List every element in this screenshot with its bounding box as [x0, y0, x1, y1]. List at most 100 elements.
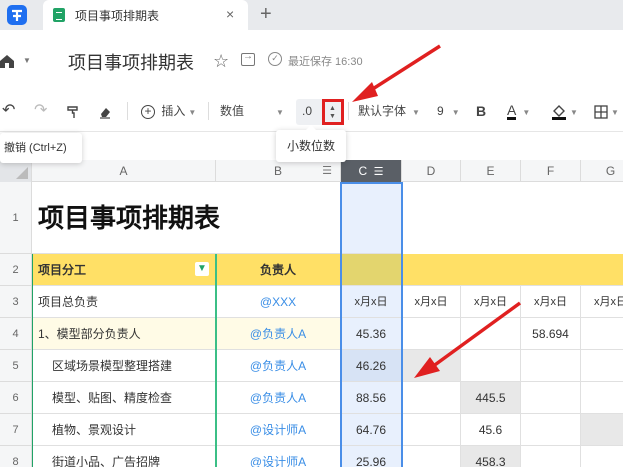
row-header-2[interactable]: 2: [0, 254, 32, 286]
chevron-down-icon: ▼: [570, 108, 578, 117]
sheet-title: 项目事项排期表: [38, 203, 221, 233]
plus-circle-icon: +: [141, 104, 155, 119]
chevron-down-icon: ▼: [611, 108, 619, 117]
cell-d3[interactable]: x月x日: [402, 286, 461, 318]
column-header-b[interactable]: B ☰: [216, 160, 341, 182]
cell-b8[interactable]: @设计师A: [216, 446, 341, 467]
tab-close-icon[interactable]: ×: [226, 6, 234, 22]
title-bar: ▼ 项目事项排期表 ☆ ✓ 最近保存 16:30: [0, 30, 623, 90]
column-header-e[interactable]: E: [461, 160, 521, 182]
cell-a4[interactable]: 1、模型部分负责人: [32, 318, 216, 350]
cell-b5[interactable]: @负责人A: [216, 350, 341, 382]
cell-b6[interactable]: @负责人A: [216, 382, 341, 414]
header-cell-a2[interactable]: 项目分工 ▼: [32, 254, 216, 286]
tab-active[interactable]: 项目事项排期表 ×: [43, 0, 248, 30]
column-header-a[interactable]: A: [32, 160, 216, 182]
cell-b7[interactable]: @设计师A: [216, 414, 341, 446]
cell-c8[interactable]: 25.96: [341, 446, 402, 467]
row-header-5[interactable]: 5: [0, 350, 32, 382]
fill-color-button[interactable]: ▼: [551, 90, 578, 132]
cell-f5[interactable]: [521, 350, 581, 382]
filter-toggle-icon[interactable]: ☰: [322, 160, 332, 182]
cell-a5[interactable]: 区域场景模型整理搭建: [32, 350, 216, 382]
move-to-folder-icon[interactable]: [241, 51, 255, 66]
document-title[interactable]: 项目事项排期表: [68, 49, 194, 75]
column-header-g[interactable]: G: [581, 160, 623, 182]
cell-c3[interactable]: x月x日: [341, 286, 402, 318]
column-header-d[interactable]: D: [402, 160, 461, 182]
cell-e7[interactable]: 45.6: [461, 414, 521, 446]
saved-check-icon: ✓: [268, 52, 282, 66]
cell-d8[interactable]: [402, 446, 461, 467]
header-cell-b2[interactable]: 负责人: [216, 254, 341, 286]
font-color-button[interactable]: A ▼: [507, 90, 530, 132]
font-size-value: 9: [437, 104, 444, 118]
redo-icon[interactable]: ↷: [34, 90, 47, 132]
cell-c1[interactable]: [341, 182, 402, 254]
header-cell-c2[interactable]: [341, 254, 402, 286]
cell-d5[interactable]: [402, 350, 461, 382]
font-size-select[interactable]: 9 ▼: [437, 90, 460, 132]
cell-g8[interactable]: [581, 446, 623, 467]
home-icon[interactable]: [0, 54, 14, 68]
cell-b4[interactable]: @负责人A: [216, 318, 341, 350]
cell-a3[interactable]: 项目总负责: [32, 286, 216, 318]
star-icon[interactable]: ☆: [213, 51, 229, 72]
increase-decimal-icon[interactable]: ▲: [329, 105, 336, 113]
cell-a6[interactable]: 模型、贴图、精度检查: [32, 382, 216, 414]
row-header-8[interactable]: 8: [0, 446, 32, 467]
cell-g5[interactable]: [581, 350, 623, 382]
cell-g6[interactable]: [581, 382, 623, 414]
sheet-title-cell[interactable]: 项目事项排期表: [32, 182, 341, 254]
row-header-3[interactable]: 3: [0, 286, 32, 318]
row-header-6[interactable]: 6: [0, 382, 32, 414]
row-header-1[interactable]: 1: [0, 182, 32, 254]
row-header-4[interactable]: 4: [0, 318, 32, 350]
header-cell-d2[interactable]: [402, 254, 623, 286]
filter-icon[interactable]: ▼: [195, 262, 209, 276]
cell-g4[interactable]: [581, 318, 623, 350]
cell-c5[interactable]: 46.26: [341, 350, 402, 382]
insert-label: 插入: [161, 104, 186, 118]
cell-c4[interactable]: 45.36: [341, 318, 402, 350]
row-header-7[interactable]: 7: [0, 414, 32, 446]
cell-a7[interactable]: 植物、景观设计: [32, 414, 216, 446]
font-family-select[interactable]: 默认字体 ▼: [358, 90, 420, 132]
format-painter-icon[interactable]: [66, 90, 80, 132]
cell-g7[interactable]: [581, 414, 623, 446]
cell-d6[interactable]: [402, 382, 461, 414]
decrease-decimal-icon[interactable]: ▼: [329, 113, 336, 121]
chevron-down-icon[interactable]: ▼: [23, 56, 31, 65]
cell-e8[interactable]: 458.3: [461, 446, 521, 467]
clear-format-icon[interactable]: [98, 90, 112, 132]
cell-b3[interactable]: @XXX: [216, 286, 341, 318]
filter-toggle-icon[interactable]: ☰: [374, 166, 384, 178]
app-logo-icon[interactable]: [6, 4, 28, 26]
cell-e5[interactable]: [461, 350, 521, 382]
column-header-c[interactable]: C ☰: [341, 160, 402, 182]
cell-e4[interactable]: [461, 318, 521, 350]
cell-d4[interactable]: [402, 318, 461, 350]
cell-f8[interactable]: [521, 446, 581, 467]
cell-f6[interactable]: [521, 382, 581, 414]
cell-c7[interactable]: 64.76: [341, 414, 402, 446]
cell-f7[interactable]: [521, 414, 581, 446]
chevron-down-icon: ▼: [412, 108, 420, 117]
cell-e6[interactable]: 445.5: [461, 382, 521, 414]
cell-f4[interactable]: 58.694: [521, 318, 581, 350]
cell-c6[interactable]: 88.56: [341, 382, 402, 414]
cell-g3[interactable]: x月x日: [581, 286, 623, 318]
column-header-f[interactable]: F: [521, 160, 581, 182]
select-all-corner[interactable]: [0, 160, 32, 182]
bold-button[interactable]: B: [476, 90, 486, 132]
undo-icon[interactable]: ↶: [2, 90, 15, 132]
insert-button[interactable]: + 插入 ▼: [141, 90, 196, 132]
cell-f3[interactable]: x月x日: [521, 286, 581, 318]
cell-a8[interactable]: 街道小品、广告招牌: [32, 446, 216, 467]
borders-button[interactable]: ▼: [594, 90, 619, 132]
number-format-select[interactable]: 数值 ▼: [220, 90, 284, 132]
new-tab-button[interactable]: +: [260, 3, 272, 26]
cell-d7[interactable]: [402, 414, 461, 446]
cell-e3[interactable]: x月x日: [461, 286, 521, 318]
decimal-stepper[interactable]: ▲ ▼: [322, 99, 344, 125]
